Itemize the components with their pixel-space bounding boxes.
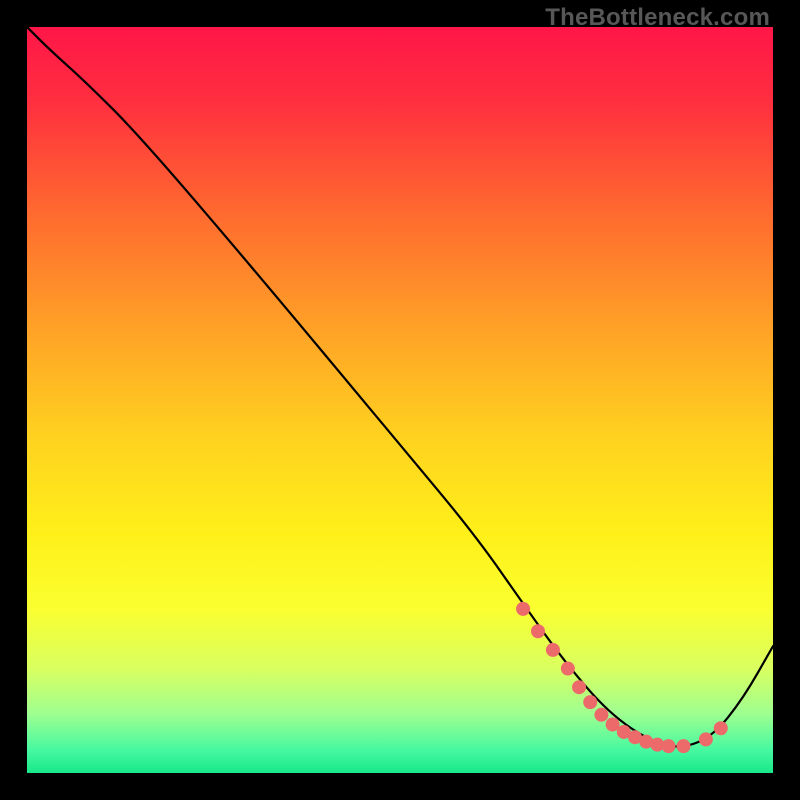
chart-frame <box>27 27 773 773</box>
curve-marker <box>572 680 586 694</box>
curve-marker <box>714 721 728 735</box>
watermark-text: TheBottleneck.com <box>545 4 770 32</box>
curve-marker <box>516 602 530 616</box>
curve-marker <box>583 695 597 709</box>
curve-marker <box>676 739 690 753</box>
curve-marker <box>546 643 560 657</box>
curve-marker <box>561 662 575 676</box>
gradient-background <box>27 27 773 773</box>
curve-marker <box>662 739 676 753</box>
bottleneck-curve-chart <box>27 27 773 773</box>
curve-marker <box>699 732 713 746</box>
curve-marker <box>594 708 608 722</box>
curve-marker <box>531 624 545 638</box>
